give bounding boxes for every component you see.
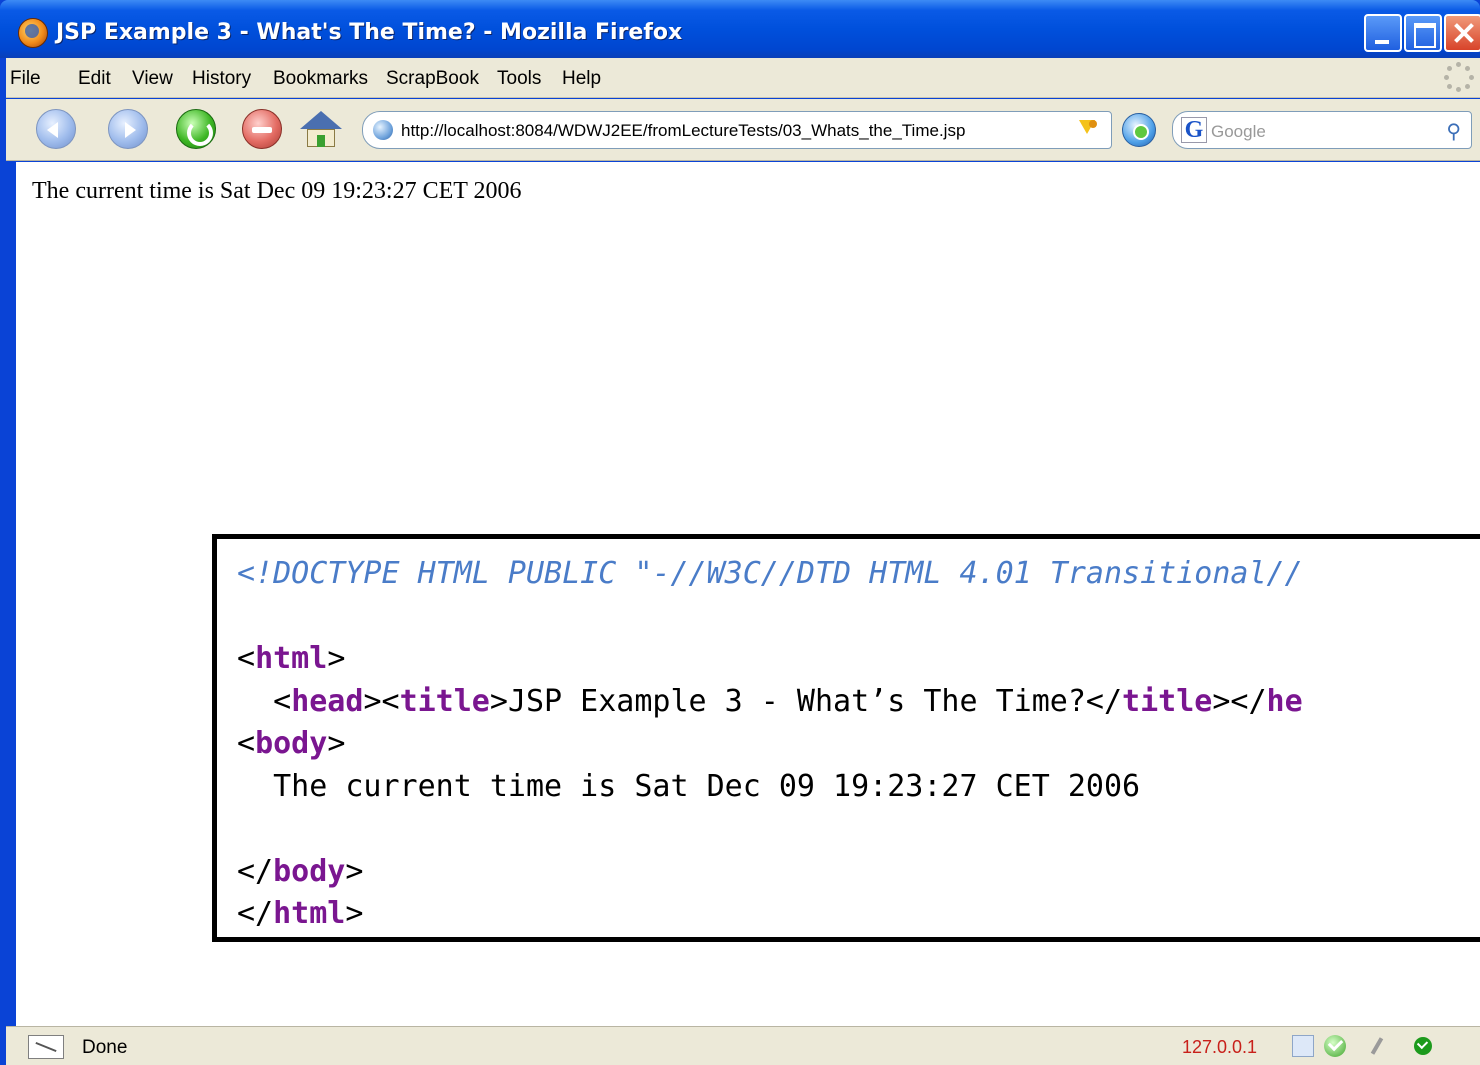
menu-bookmarks[interactable]: Bookmarks [273,68,368,90]
status-ip[interactable]: 127.0.0.1 [1182,1037,1257,1058]
firefox-icon [18,18,48,48]
body-tag: body [255,726,328,761]
body-close-tag: body [273,853,346,889]
search-input[interactable]: Google [1211,122,1266,142]
current-time-text: The current time is Sat Dec 09 19:23:27 … [32,178,522,204]
status-bar: Done 127.0.0.1 [6,1026,1480,1065]
back-button[interactable] [36,109,76,149]
doctype-line: <!DOCTYPE HTML PUBLIC "-//W3C//DTD HTML … [237,556,1303,591]
status-connection-icon [28,1035,64,1059]
status-ok-icon[interactable] [1414,1037,1432,1055]
forward-button[interactable] [108,109,148,149]
title-close-tag: title [1122,683,1213,719]
title-tag: title [399,683,490,719]
menu-file[interactable]: File [10,68,41,90]
window-title: JSP Example 3 - What's The Time? - Mozil… [56,20,683,45]
validator-check-icon[interactable] [1324,1035,1346,1057]
source-code: <!DOCTYPE HTML PUBLIC "-//W3C//DTD HTML … [237,556,1303,931]
close-button[interactable] [1444,14,1480,52]
title-bar[interactable]: JSP Example 3 - What's The Time? - Mozil… [0,0,1480,58]
page-info-icon[interactable] [1292,1035,1314,1057]
body-text: The current time is Sat Dec 09 19:23:27 … [273,768,1141,804]
home-button[interactable] [300,109,342,151]
html-close-tag: html [273,896,346,931]
navigation-toolbar: http://localhost:8084/WDWJ2EE/fromLectur… [6,99,1480,161]
title-text: JSP Example 3 - What’s The Time? [507,683,1086,719]
status-text: Done [82,1037,128,1058]
pen-icon[interactable] [1366,1035,1388,1057]
page-content: The current time is Sat Dec 09 19:23:27 … [16,162,1480,1026]
search-box[interactable]: G Google ⚲ [1172,111,1472,149]
stop-button[interactable] [242,109,282,149]
bookmark-star-icon[interactable] [1079,118,1103,142]
head-tag: head [291,683,364,719]
html-tag: html [255,641,328,676]
menu-bar: File Edit View History Bookmarks ScrapBo… [6,58,1480,98]
menu-help[interactable]: Help [562,68,601,90]
head-close-tag-partial: he [1266,683,1303,719]
menu-edit[interactable]: Edit [78,68,111,90]
browser-window: JSP Example 3 - What's The Time? - Mozil… [0,0,1480,1065]
menu-tools[interactable]: Tools [497,68,541,90]
url-text[interactable]: http://localhost:8084/WDWJ2EE/fromLectur… [401,121,965,141]
home-icon [300,111,342,129]
site-globe-icon [373,120,393,140]
url-bar[interactable]: http://localhost:8084/WDWJ2EE/fromLectur… [362,111,1112,149]
maximize-button[interactable] [1404,14,1442,52]
menu-scrapbook[interactable]: ScrapBook [386,68,479,90]
google-engine-icon[interactable]: G [1181,117,1207,143]
menu-history[interactable]: History [192,68,251,90]
reload-button[interactable] [176,109,216,149]
throbber-icon [1444,62,1474,92]
search-magnifier-icon[interactable]: ⚲ [1446,119,1461,143]
go-button[interactable] [1122,113,1156,147]
source-code-overlay: <!DOCTYPE HTML PUBLIC "-//W3C//DTD HTML … [212,534,1480,942]
menu-view[interactable]: View [132,68,173,90]
minimize-button[interactable] [1364,14,1402,52]
